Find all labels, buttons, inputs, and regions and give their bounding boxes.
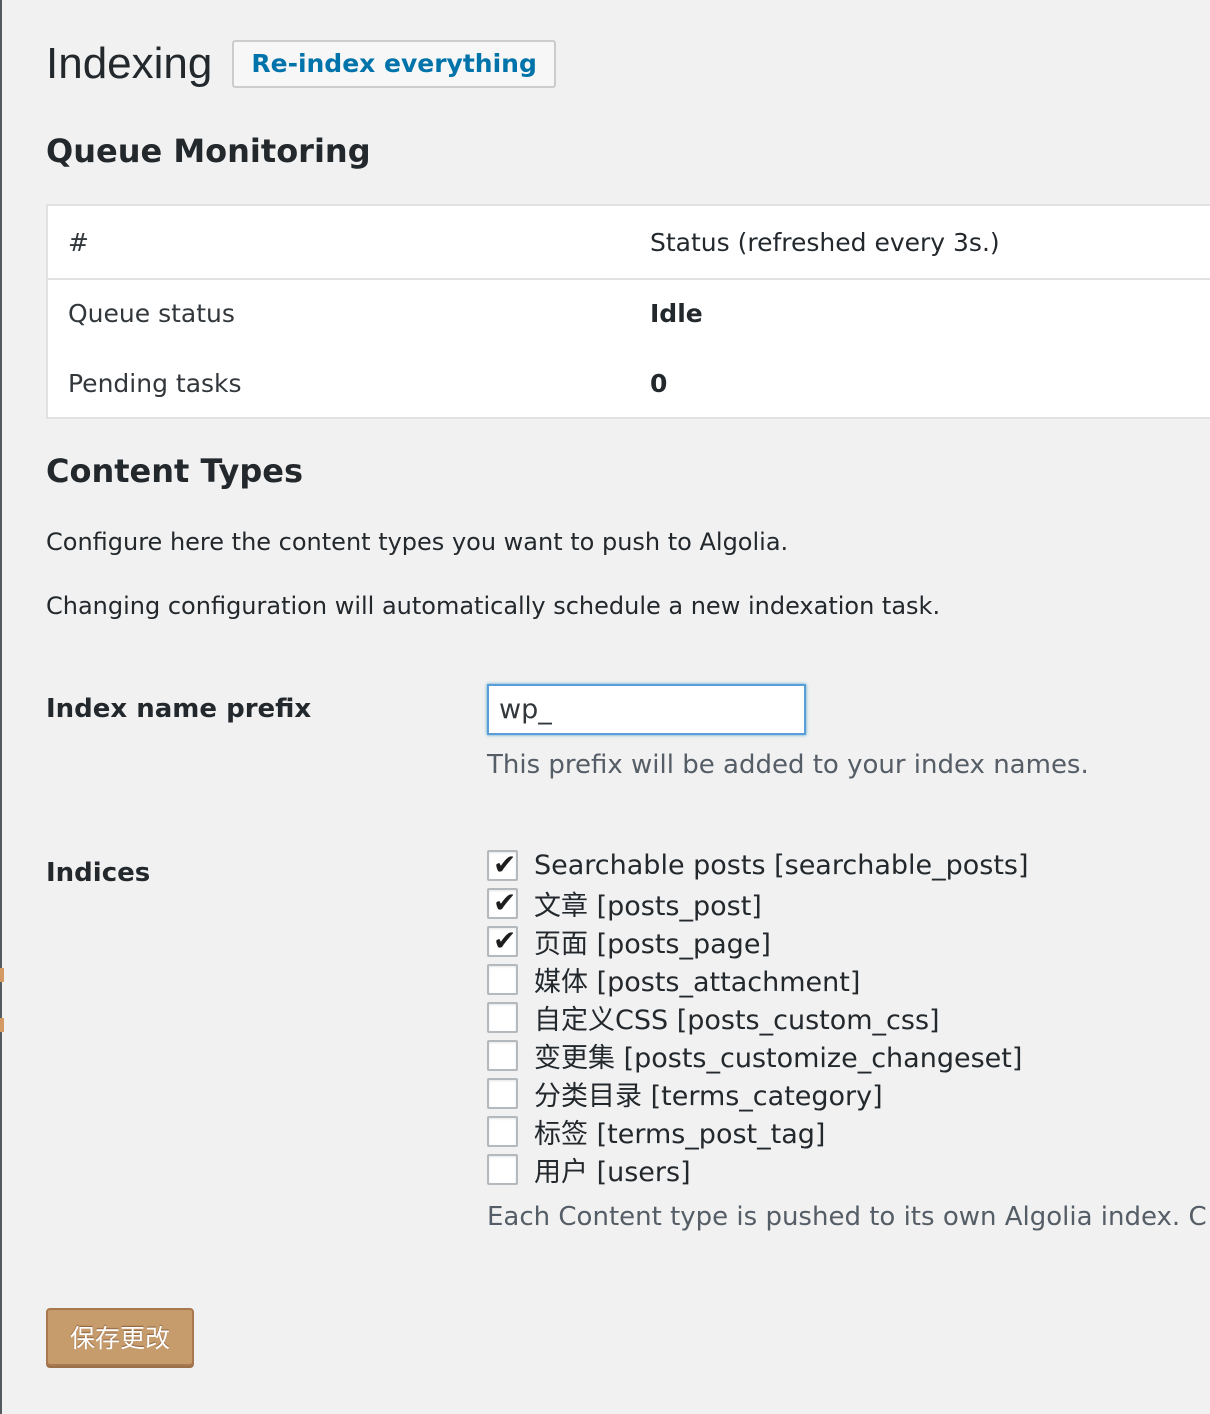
index-option[interactable]: 媒体 [posts_attachment] <box>487 960 1207 998</box>
indices-checkbox-list: ✔ Searchable posts [searchable_posts] ✔ 文章 … <box>487 846 1207 1188</box>
content-types-description: Configure here the content types you wan… <box>46 528 789 556</box>
index-checkbox[interactable]: ✔ <box>487 847 518 881</box>
index-option[interactable]: 标签 [terms_post_tag] <box>487 1112 1207 1150</box>
content-types-note: Changing configuration will automaticall… <box>46 592 941 620</box>
table-header: # Status (refreshed every 3s.) <box>48 206 1210 280</box>
index-option-label: 分类目录 [terms_category] <box>534 1080 883 1112</box>
index-option[interactable]: ✔ 页面 [posts_page] <box>487 922 1207 960</box>
index-option[interactable]: 自定义CSS [posts_custom_css] <box>487 998 1207 1036</box>
sidebar-edge-marker <box>0 968 4 982</box>
queue-status-label: Queue status <box>68 299 235 328</box>
index-option-label: 文章 [posts_post] <box>534 890 762 922</box>
index-option-label: Searchable posts [searchable_posts] <box>534 849 1029 881</box>
queue-monitoring-table: # Status (refreshed every 3s.) Queue sta… <box>46 204 1210 419</box>
column-header-number: # <box>68 228 89 257</box>
index-checkbox[interactable] <box>487 1153 518 1185</box>
checkmark-icon: ✔ <box>493 847 517 881</box>
checkmark-icon: ✔ <box>493 923 517 957</box>
index-prefix-input[interactable] <box>487 684 806 735</box>
indices-label: Indices <box>46 858 151 888</box>
indices-help: Each Content type is pushed to its own A… <box>487 1202 1207 1232</box>
sidebar-edge-marker <box>0 1018 4 1032</box>
index-option[interactable]: ✔ Searchable posts [searchable_posts] <box>487 846 1207 884</box>
index-prefix-help: This prefix will be added to your index … <box>487 750 1089 780</box>
index-option-label: 自定义CSS [posts_custom_css] <box>534 1004 940 1036</box>
indexing-page: Indexing Re-index everything Queue Monit… <box>0 0 1210 1414</box>
index-checkbox[interactable] <box>487 1077 518 1109</box>
index-option[interactable]: 用户 [users] <box>487 1150 1207 1188</box>
index-option-label: 媒体 [posts_attachment] <box>534 966 861 998</box>
save-changes-button[interactable]: 保存更改 <box>46 1308 194 1366</box>
reindex-everything-button[interactable]: Re-index everything <box>232 40 556 88</box>
queue-monitoring-heading: Queue Monitoring <box>46 132 371 170</box>
content-types-heading: Content Types <box>46 452 304 490</box>
index-option-label: 标签 [terms_post_tag] <box>534 1118 826 1150</box>
pending-tasks-label: Pending tasks <box>68 369 242 398</box>
index-checkbox[interactable]: ✔ <box>487 885 518 919</box>
index-option[interactable]: ✔ 文章 [posts_post] <box>487 884 1207 922</box>
page-title: Indexing <box>46 39 213 88</box>
index-checkbox[interactable] <box>487 1001 518 1033</box>
checkmark-icon: ✔ <box>493 885 517 919</box>
pending-tasks-value: 0 <box>650 369 668 398</box>
index-checkbox[interactable] <box>487 963 518 995</box>
index-checkbox[interactable]: ✔ <box>487 923 518 957</box>
index-option-label: 用户 [users] <box>534 1156 691 1188</box>
queue-status-value: Idle <box>650 299 703 328</box>
admin-sidebar-edge <box>0 0 2 1414</box>
page-header: Indexing Re-index everything <box>46 36 556 92</box>
column-header-status: Status (refreshed every 3s.) <box>650 228 1000 257</box>
index-option[interactable]: 变更集 [posts_customize_changeset] <box>487 1036 1207 1074</box>
index-option-label: 页面 [posts_page] <box>534 928 771 960</box>
index-prefix-label: Index name prefix <box>46 694 312 724</box>
index-checkbox[interactable] <box>487 1115 518 1147</box>
index-option[interactable]: 分类目录 [terms_category] <box>487 1074 1207 1112</box>
index-option-label: 变更集 [posts_customize_changeset] <box>534 1042 1023 1074</box>
index-checkbox[interactable] <box>487 1039 518 1071</box>
